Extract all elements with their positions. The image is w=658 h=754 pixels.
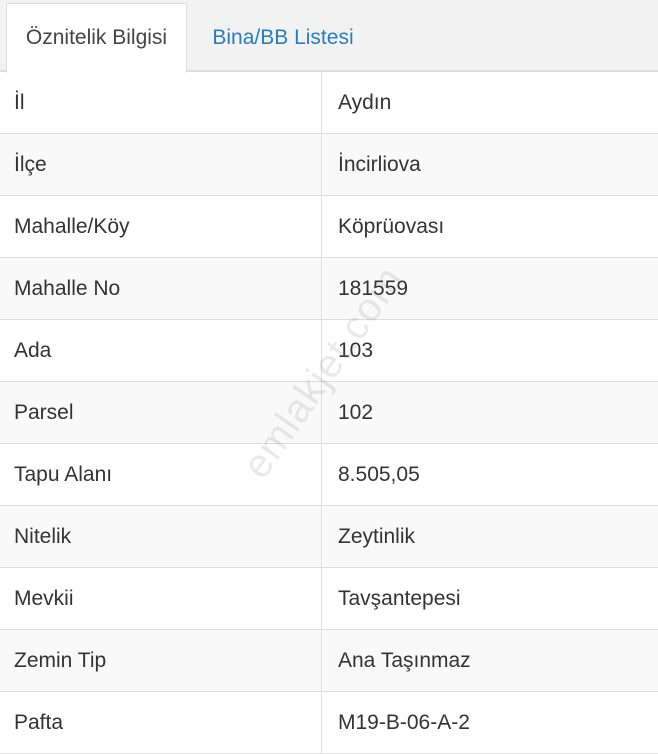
row-value: 103 (338, 338, 374, 362)
table-row: Zemin Tip Ana Taşınmaz (0, 630, 658, 692)
row-value: 181559 (338, 276, 409, 300)
row-key: Mahalle/Köy (0, 196, 322, 257)
tab-bina-bb-listesi[interactable]: Bina/BB Listesi (188, 3, 378, 72)
tab-bar: Öznitelik Bilgisi Bina/BB Listesi (0, 0, 658, 74)
row-key: Mevkii (0, 568, 322, 629)
row-key: Tapu Alanı (0, 444, 322, 505)
attribute-table: İl Aydın İlçe İncirliova Mahalle/Köy Köp… (0, 72, 658, 754)
row-key: Parsel (0, 382, 322, 443)
table-row: Mahalle No 181559 (0, 258, 658, 320)
table-row: Mevkii Tavşantepesi (0, 568, 658, 630)
row-key: Nitelik (0, 506, 322, 567)
table-row: Tapu Alanı 8.505,05 (0, 444, 658, 506)
row-value: Zeytinlik (338, 524, 416, 548)
row-value: Ana Taşınmaz (338, 648, 471, 672)
row-value: 8.505,05 (338, 462, 420, 486)
row-key: Zemin Tip (0, 630, 322, 691)
table-row: Ada 103 (0, 320, 658, 382)
tab-oznitelik-bilgisi[interactable]: Öznitelik Bilgisi (6, 3, 187, 74)
table-row: Pafta M19-B-06-A-2 (0, 692, 658, 754)
row-key: Mahalle No (0, 258, 322, 319)
row-value: M19-B-06-A-2 (338, 710, 470, 734)
row-value: Aydın (338, 90, 392, 114)
table-row: İlçe İncirliova (0, 134, 658, 196)
row-value: 102 (338, 400, 374, 424)
table-row: Nitelik Zeytinlik (0, 506, 658, 568)
table-row: İl Aydın (0, 72, 658, 134)
row-key: İlçe (0, 134, 322, 195)
row-key: İl (0, 72, 322, 133)
table-row: Mahalle/Köy Köprüovası (0, 196, 658, 258)
row-key: Pafta (0, 692, 322, 753)
table-row: Parsel 102 (0, 382, 658, 444)
row-value: İncirliova (338, 152, 421, 176)
row-key: Ada (0, 320, 322, 381)
row-value: Köprüovası (338, 214, 445, 238)
row-value: Tavşantepesi (338, 586, 461, 610)
